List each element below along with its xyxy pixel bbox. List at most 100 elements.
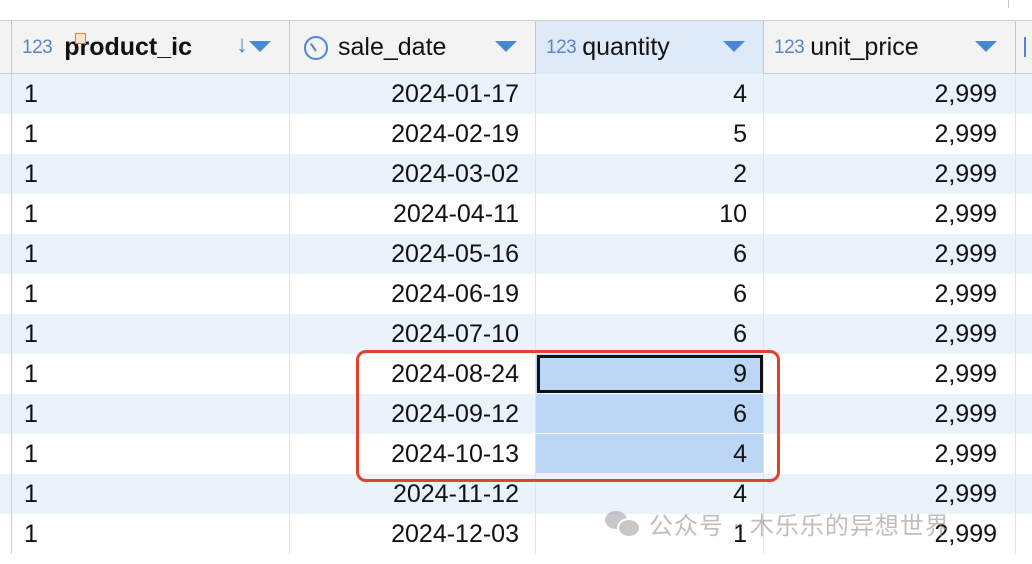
clock-icon bbox=[304, 35, 328, 60]
cell-unit-price[interactable]: 2,999 bbox=[764, 314, 1016, 354]
column-header-unit-price[interactable]: 123 unit_price bbox=[764, 21, 1016, 74]
cell-unit-price[interactable]: 2,999 bbox=[764, 354, 1016, 394]
cell-product-id[interactable]: 1 bbox=[12, 114, 290, 154]
cell-quantity[interactable]: 5 bbox=[536, 114, 764, 154]
divider bbox=[1008, 0, 1009, 8]
numeric-type-icon: 123 bbox=[546, 36, 577, 58]
cell-quantity[interactable]: 4 bbox=[536, 434, 764, 474]
row-gutter bbox=[0, 434, 12, 474]
cell-quantity[interactable]: 9 bbox=[536, 354, 764, 394]
cell-sale-date[interactable]: 2024-05-16 bbox=[290, 234, 536, 274]
table-row[interactable]: 1 2024-09-12 6 2,999 bbox=[0, 394, 1032, 434]
numeric-type-icon: 123 bbox=[22, 36, 53, 58]
cell-unit-price[interactable]: 2,999 bbox=[764, 274, 1016, 314]
column-header-quantity[interactable]: 123 quantity bbox=[536, 21, 764, 74]
cell-sale-date[interactable]: 2024-03-02 bbox=[290, 154, 536, 194]
primary-key-icon bbox=[75, 33, 86, 44]
column-name: quantity bbox=[582, 33, 670, 61]
cell-quantity[interactable]: 4 bbox=[536, 74, 764, 114]
chevron-down-icon[interactable] bbox=[249, 41, 271, 52]
cell-quantity[interactable]: 6 bbox=[536, 314, 764, 354]
cell-sale-date[interactable]: 2024-10-13 bbox=[290, 434, 536, 474]
cell-product-id[interactable]: 1 bbox=[12, 474, 290, 514]
cell-quantity[interactable]: 6 bbox=[536, 394, 764, 434]
row-gutter bbox=[0, 154, 12, 194]
cell-product-id[interactable]: 1 bbox=[12, 74, 290, 114]
chevron-down-icon[interactable] bbox=[723, 41, 745, 52]
cell-sale-date[interactable]: 2024-12-03 bbox=[290, 514, 536, 554]
column-header-row: 123 product_ic ↓ sale_date 123 quantity … bbox=[0, 20, 1032, 74]
wechat-icon bbox=[605, 509, 641, 538]
cell-quantity[interactable]: 2 bbox=[536, 154, 764, 194]
row-gutter bbox=[0, 514, 12, 554]
row-gutter bbox=[0, 114, 12, 154]
column-name: sale_date bbox=[338, 33, 447, 61]
cell-product-id[interactable]: 1 bbox=[12, 194, 290, 234]
table-row[interactable]: 1 2024-04-11 10 2,999 bbox=[0, 194, 1032, 234]
cell-next-column bbox=[1016, 354, 1032, 394]
cell-sale-date[interactable]: 2024-09-12 bbox=[290, 394, 536, 434]
cell-unit-price[interactable]: 2,999 bbox=[764, 434, 1016, 474]
column-header-next[interactable] bbox=[1016, 21, 1032, 74]
cell-quantity[interactable]: 6 bbox=[536, 234, 764, 274]
cell-product-id[interactable]: 1 bbox=[12, 394, 290, 434]
cell-unit-price[interactable]: 2,999 bbox=[764, 154, 1016, 194]
cell-sale-date[interactable]: 2024-07-10 bbox=[290, 314, 536, 354]
table-row[interactable]: 1 2024-01-17 4 2,999 bbox=[0, 74, 1032, 114]
chevron-down-icon[interactable] bbox=[975, 41, 997, 52]
cell-next-column bbox=[1016, 514, 1032, 554]
cell-next-column bbox=[1016, 154, 1032, 194]
cell-next-column bbox=[1016, 74, 1032, 114]
cell-quantity[interactable]: 6 bbox=[536, 274, 764, 314]
table-row[interactable]: 1 2024-02-19 5 2,999 bbox=[0, 114, 1032, 154]
cell-unit-price[interactable]: 2,999 bbox=[764, 234, 1016, 274]
cell-product-id[interactable]: 1 bbox=[12, 314, 290, 354]
cell-next-column bbox=[1016, 114, 1032, 154]
cell-next-column bbox=[1016, 234, 1032, 274]
type-icon-partial bbox=[1024, 37, 1026, 57]
cell-sale-date[interactable]: 2024-06-19 bbox=[290, 274, 536, 314]
numeric-type-icon: 123 bbox=[774, 36, 805, 58]
cell-product-id[interactable]: 1 bbox=[12, 154, 290, 194]
cell-sale-date[interactable]: 2024-02-19 bbox=[290, 114, 536, 154]
cell-product-id[interactable]: 1 bbox=[12, 274, 290, 314]
cell-product-id[interactable]: 1 bbox=[12, 434, 290, 474]
row-gutter bbox=[0, 74, 12, 114]
cell-unit-price[interactable]: 2,999 bbox=[764, 194, 1016, 234]
column-header-product-id[interactable]: 123 product_ic ↓ bbox=[12, 21, 290, 74]
cell-next-column bbox=[1016, 474, 1032, 514]
cell-sale-date[interactable]: 2024-04-11 bbox=[290, 194, 536, 234]
table-row[interactable]: 1 2024-07-10 6 2,999 bbox=[0, 314, 1032, 354]
table-row[interactable]: 1 2024-05-16 6 2,999 bbox=[0, 234, 1032, 274]
watermark-text: 公众号 · 木乐乐的异想世界 bbox=[649, 511, 950, 540]
cell-next-column bbox=[1016, 314, 1032, 354]
cell-sale-date[interactable]: 2024-11-12 bbox=[290, 474, 536, 514]
row-gutter bbox=[0, 474, 12, 514]
cell-sale-date[interactable]: 2024-01-17 bbox=[290, 74, 536, 114]
table-row[interactable]: 1 2024-08-24 9 2,999 bbox=[0, 354, 1032, 394]
cell-sale-date[interactable]: 2024-08-24 bbox=[290, 354, 536, 394]
cell-unit-price[interactable]: 2,999 bbox=[764, 114, 1016, 154]
table-row[interactable]: 1 2024-03-02 2 2,999 bbox=[0, 154, 1032, 194]
cell-product-id[interactable]: 1 bbox=[12, 234, 290, 274]
cell-product-id[interactable]: 1 bbox=[12, 354, 290, 394]
chevron-down-icon[interactable] bbox=[495, 41, 517, 52]
column-header-sale-date[interactable]: sale_date bbox=[290, 21, 536, 74]
table-row[interactable]: 1 2024-10-13 4 2,999 bbox=[0, 434, 1032, 474]
row-gutter bbox=[0, 194, 12, 234]
row-number-header bbox=[0, 21, 12, 74]
cell-unit-price[interactable]: 2,999 bbox=[764, 394, 1016, 434]
table-row[interactable]: 1 2024-06-19 6 2,999 bbox=[0, 274, 1032, 314]
cell-unit-price[interactable]: 2,999 bbox=[764, 74, 1016, 114]
row-gutter bbox=[0, 314, 12, 354]
cell-product-id[interactable]: 1 bbox=[12, 514, 290, 554]
cell-next-column bbox=[1016, 194, 1032, 234]
row-gutter bbox=[0, 354, 12, 394]
cell-quantity[interactable]: 10 bbox=[536, 194, 764, 234]
watermark: 公众号 · 木乐乐的异想世界 bbox=[605, 505, 950, 541]
cell-next-column bbox=[1016, 274, 1032, 314]
row-gutter bbox=[0, 234, 12, 274]
toolbar-strip bbox=[0, 0, 1032, 20]
sort-descending-icon[interactable]: ↓ bbox=[236, 33, 248, 57]
cell-next-column bbox=[1016, 434, 1032, 474]
